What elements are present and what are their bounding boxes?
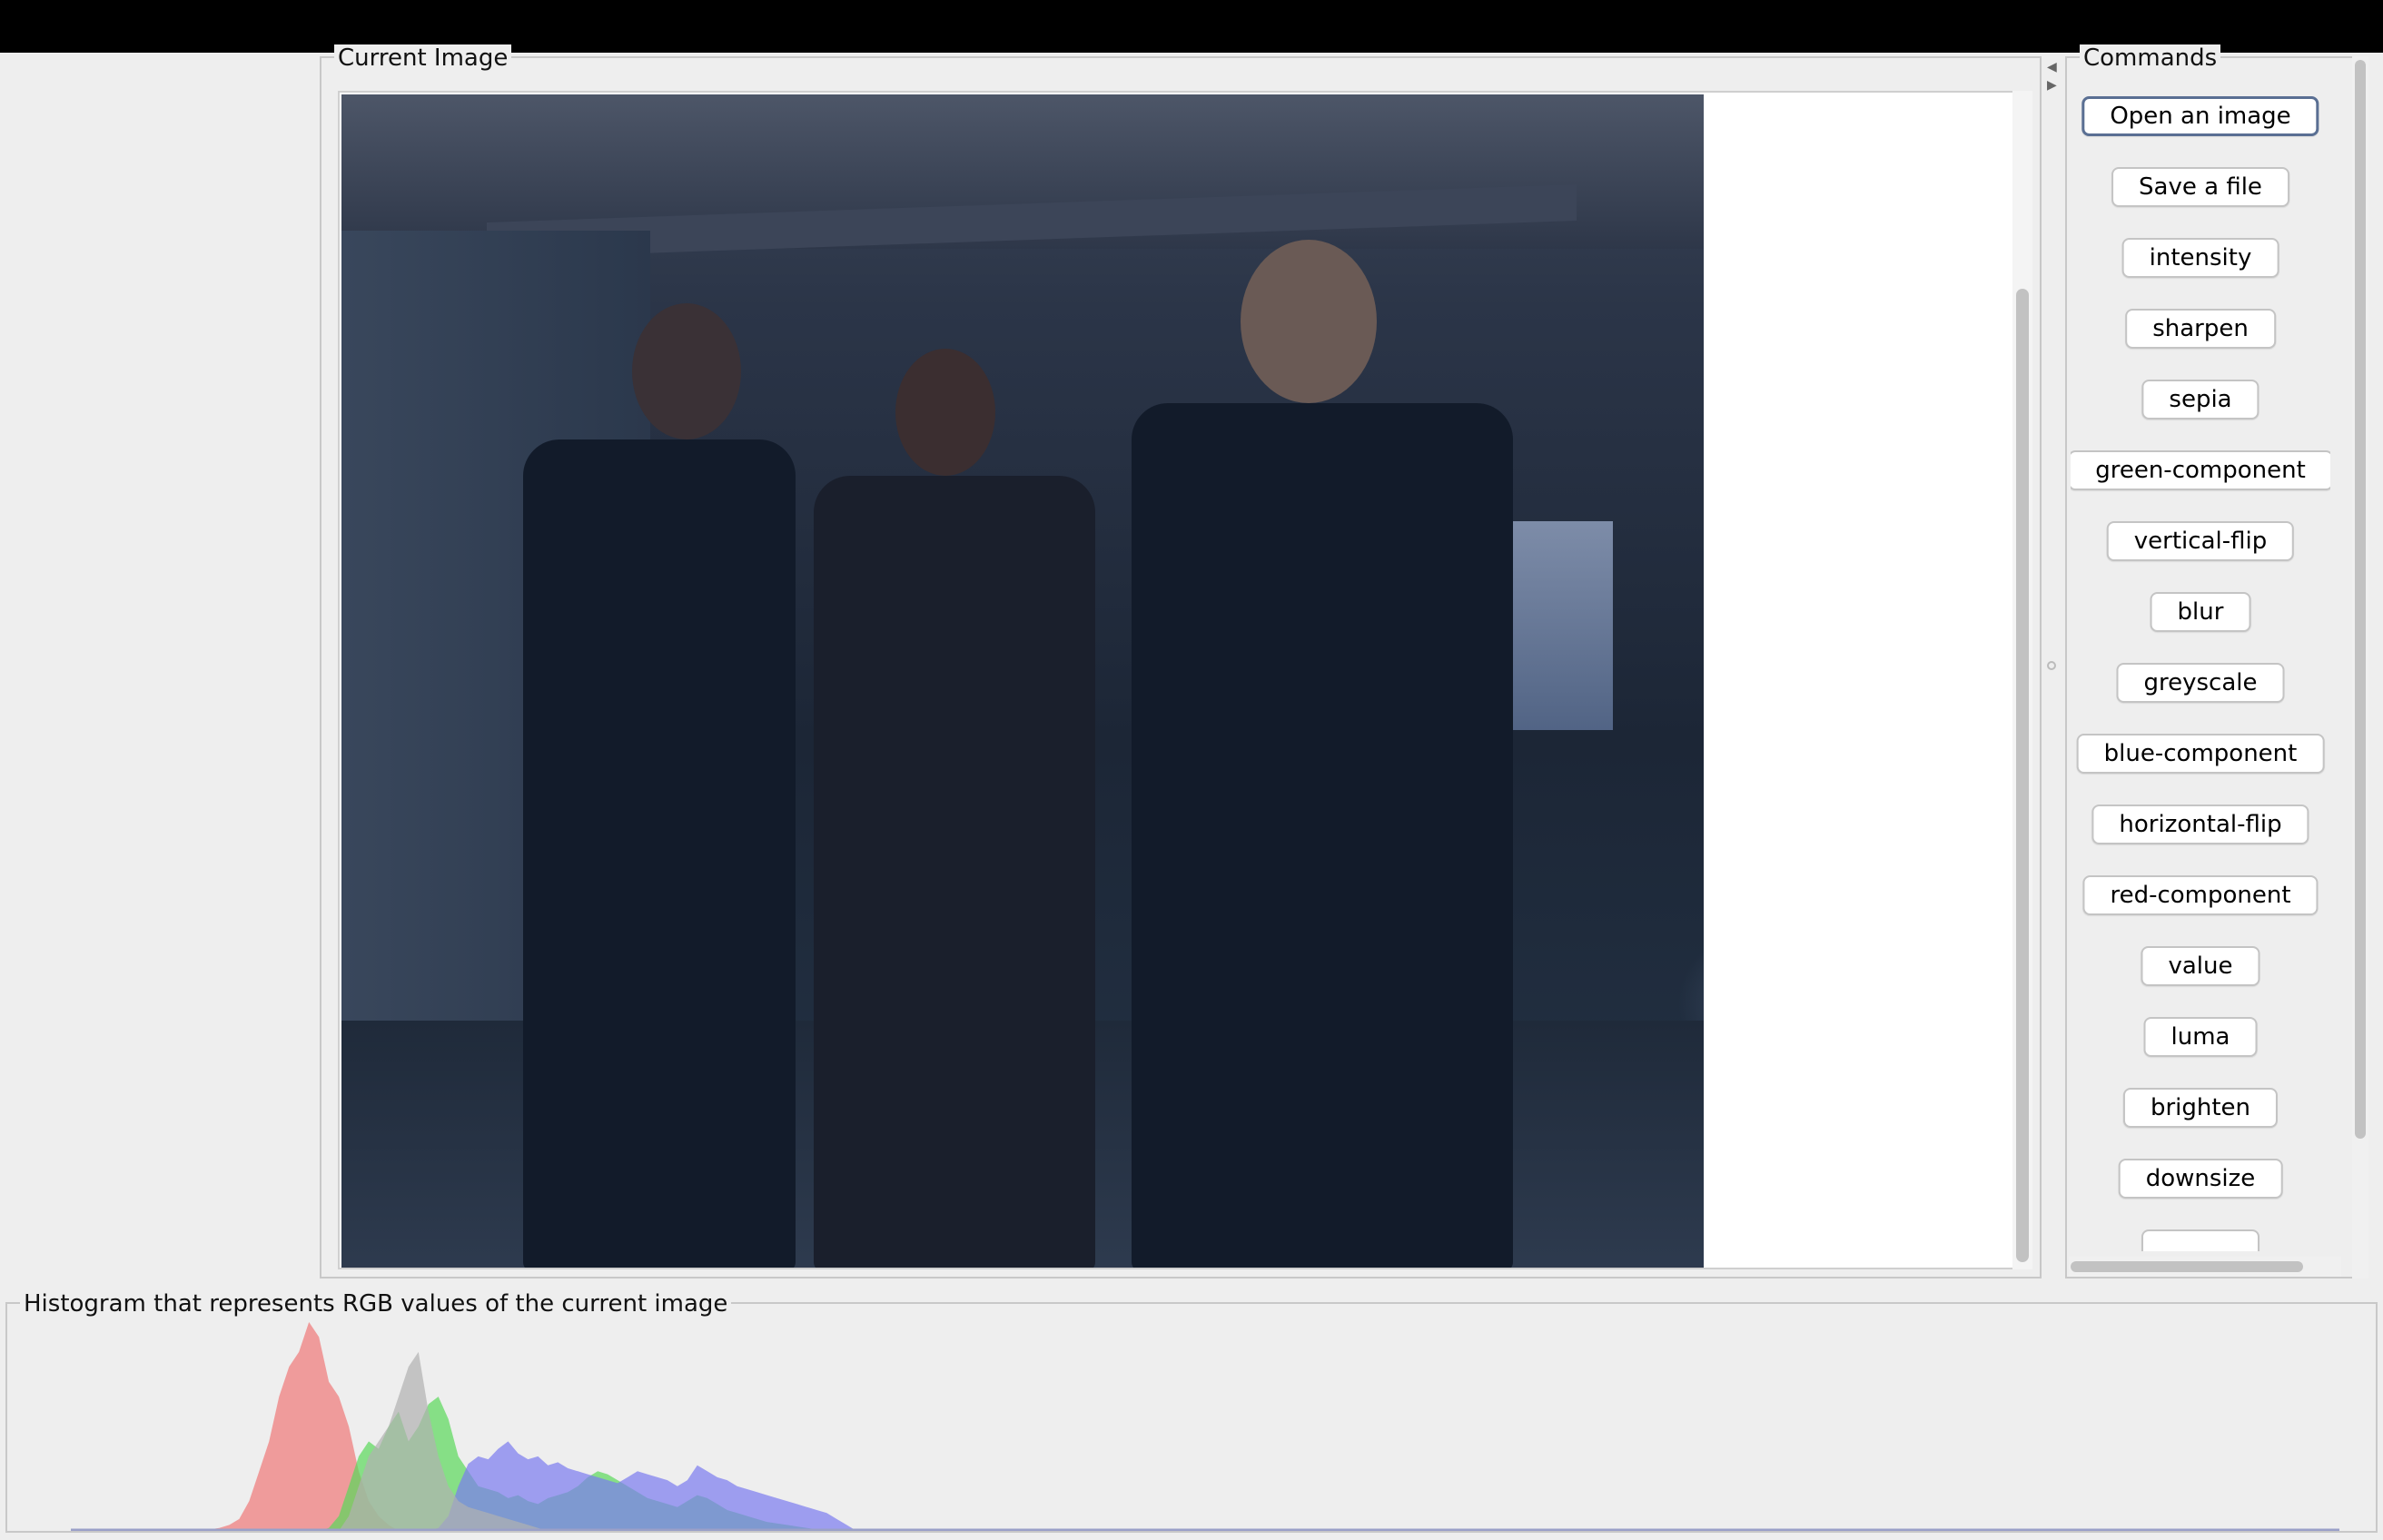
commands-horizontal-scroll-thumb[interactable] [2071,1261,2303,1272]
photo-person-left-head [632,303,741,439]
histogram-chart [71,1322,2339,1531]
command-button-luma[interactable]: luma [2143,1017,2258,1057]
command-button-save-a-file[interactable]: Save a file [2111,167,2289,207]
photo-person-middle-head [895,349,995,476]
commands-vertical-scroll-thumb[interactable] [2355,60,2366,1139]
command-button-downsize[interactable]: downsize [2118,1159,2283,1199]
photo-person-left-body [523,439,796,1268]
command-button-red-component[interactable]: red-component [2082,875,2319,915]
command-button-brighten[interactable]: brighten [2122,1088,2279,1128]
image-viewport[interactable] [338,91,2023,1269]
histogram-panel: Histogram that represents RGB values of … [5,1290,2378,1533]
commands-title: Commands [2080,44,2221,72]
command-button-horizontal-flip[interactable]: horizontal-flip [2091,805,2309,844]
command-button-blue-component[interactable]: blue-component [2076,734,2325,774]
command-button-open-an-image[interactable]: Open an image [2081,96,2319,136]
split-pane-arrows[interactable]: ◀ ▶ [2047,58,2057,94]
command-button-intensity[interactable]: intensity [2121,238,2279,278]
commands-horizontal-scrollbar[interactable] [2069,1257,2341,1277]
commands-panel: Commands Open an image Save a file intensi… [2065,44,2354,1278]
command-button-partial[interactable] [2141,1229,2259,1251]
current-image-panel: Current Image [320,44,2042,1278]
commands-vertical-scrollbar[interactable] [2352,56,2368,1278]
photo-person-right-head [1241,240,1377,403]
image-vertical-scrollbar[interactable] [2012,91,2032,1269]
command-button-greyscale[interactable]: greyscale [2116,663,2285,703]
command-button-vertical-flip[interactable]: vertical-flip [2106,521,2295,561]
current-image [341,94,1704,1268]
command-button-sepia[interactable]: sepia [2141,380,2259,420]
command-button-value[interactable]: value [2141,946,2260,986]
photo-person-middle-body [814,476,1095,1268]
image-scroll-thumb[interactable] [2016,289,2029,1262]
current-image-title: Current Image [334,44,512,72]
photo-person-right-body [1132,403,1513,1268]
split-pane-handle[interactable] [2047,661,2056,670]
commands-list: Open an image Save a file intensity sharpen… [2071,80,2330,1251]
command-button-blur[interactable]: blur [2150,592,2251,632]
command-button-sharpen[interactable]: sharpen [2125,309,2276,349]
command-button-green-component[interactable]: green-component [2071,450,2330,490]
